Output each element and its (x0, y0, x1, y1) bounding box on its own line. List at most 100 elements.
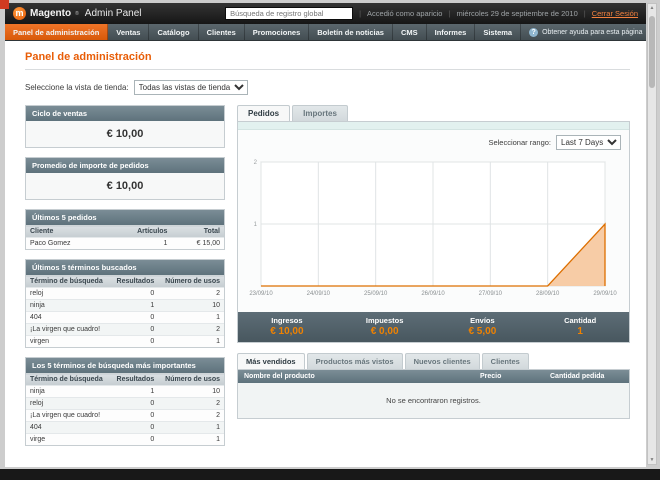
stat-impuestos: Impuestos € 0,00 (336, 316, 434, 337)
panel-title: Los 5 términos de búsqueda más important… (26, 358, 224, 373)
column-header: Término de búsqueda (26, 373, 111, 386)
nav-item-informes[interactable]: Informes (427, 24, 476, 40)
table-row[interactable]: 404 0 1 (26, 311, 224, 324)
range-label: Seleccionar rango: (488, 138, 551, 147)
scroll-down-icon[interactable]: ▼ (648, 457, 656, 463)
panel-title: Ciclo de ventas (26, 106, 224, 121)
page-help[interactable]: ? Obtener ayuda para esta página (521, 24, 650, 40)
chart-tick-label: 26/09/10 (421, 291, 445, 297)
diagram-tabs: Pedidos Importes (237, 105, 630, 121)
topbar-right: | Accedió como aparicio | miércoles 29 d… (225, 7, 638, 20)
table-cell: ¡La virgen que cuadro! (26, 323, 111, 336)
table-cell: ninja (26, 385, 111, 398)
panel-title: Últimos 5 términos buscados (26, 260, 224, 275)
table-cell: 2 (158, 409, 224, 422)
column-header: Nombre del producto (238, 370, 474, 383)
tab-importes[interactable]: Importes (292, 105, 348, 121)
table-row[interactable]: reloj 0 2 (26, 287, 224, 300)
table-row[interactable]: ninja 1 10 (26, 299, 224, 312)
table-cell: 1 (158, 421, 224, 434)
nav-item-promociones[interactable]: Promociones (245, 24, 310, 40)
table-cell: 0 (110, 287, 159, 300)
table-cell: 2 (158, 287, 224, 300)
current-date: miércoles 29 de septiembre de 2010 (456, 9, 578, 18)
column-header: Precio (474, 370, 544, 383)
table-row[interactable]: reloj 0 2 (26, 397, 224, 410)
chart-tick-label: 28/09/10 (536, 291, 560, 297)
tab-nuevos-clientes[interactable]: Nuevos clientes (404, 353, 480, 369)
logout-link[interactable]: Cerrar Sesión (592, 9, 638, 18)
nav-item-cms[interactable]: CMS (393, 24, 427, 40)
topbar: m Magento ® Admin Panel | Accedió como a… (5, 3, 646, 24)
tab-clientes[interactable]: Clientes (481, 353, 529, 369)
registered-mark: ® (75, 10, 79, 17)
chart-wrap: 23/09/10 24/09/10 25/09/10 26/09/10 27/09/10… (238, 152, 629, 309)
global-search-input[interactable] (225, 7, 354, 20)
column-header: Total (171, 225, 224, 238)
table-cell: ¡La virgen que cuadro! (26, 409, 111, 422)
products-table: Nombre del producto Precio Cantidad pedida (238, 370, 629, 383)
stat-value: € 5,00 (468, 326, 497, 337)
stat-ingresos: Ingresos € 10,00 (238, 316, 336, 337)
chart-tick-label: 23/09/10 (249, 291, 273, 297)
range-select[interactable]: Last 7 Days (556, 135, 621, 150)
table-row[interactable]: virge 0 1 (26, 433, 224, 445)
chart-tick-label: 1 (254, 222, 258, 228)
table-row[interactable]: Paco Gomez 1 € 15,00 (26, 237, 224, 249)
panel-title: Últimos 5 pedidos (26, 210, 224, 225)
table-row[interactable]: ¡La virgen que cuadro! 0 2 (26, 409, 224, 422)
bottom-strip (0, 469, 660, 480)
column-header: Artículos (107, 225, 172, 238)
lifetime-sales-panel: Ciclo de ventas € 10,00 (25, 105, 225, 148)
help-icon: ? (529, 27, 539, 37)
last-search-terms-panel: Últimos 5 términos buscados Término de b… (25, 259, 225, 348)
table-cell: 404 (26, 311, 111, 324)
nav-item-boletin-de-noticias[interactable]: Boletín de noticias (309, 24, 393, 40)
table-cell: 10 (158, 299, 224, 312)
top-search-terms-table: Término de búsqueda Resultados Número de u… (26, 373, 224, 445)
column-header: Resultados (110, 275, 159, 288)
orders-area-chart: 23/09/10 24/09/10 25/09/10 26/09/10 27/09/10… (249, 160, 617, 297)
chart-tick-label: 27/09/10 (479, 291, 503, 297)
brand-suffix: Admin Panel (84, 8, 142, 19)
tab-productos-mas-vistos[interactable]: Productos más vistos (306, 353, 403, 369)
nav-item-panel-de-administracion[interactable]: Panel de administración (5, 24, 109, 40)
table-cell: 0 (110, 409, 159, 422)
table-cell: 0 (110, 433, 159, 445)
table-row[interactable]: 404 0 1 (26, 421, 224, 434)
chart-tick-label: 29/09/10 (593, 291, 617, 297)
table-cell: 2 (158, 397, 224, 410)
table-row[interactable]: virgen 0 1 (26, 335, 224, 347)
separator: | (448, 9, 451, 18)
column-header: Término de búsqueda (26, 275, 111, 288)
table-cell: Paco Gomez (26, 237, 108, 249)
stat-label: Envíos (470, 316, 495, 325)
table-row[interactable]: ninja 1 10 (26, 385, 224, 398)
diagram-box: Seleccionar rango: Last 7 Days 23/09/10 2… (237, 121, 630, 343)
panel-title: Promedio de importe de pedidos (26, 158, 224, 173)
top-search-terms-panel: Los 5 términos de búsqueda más important… (25, 357, 225, 446)
help-link[interactable]: Obtener ayuda para esta página (542, 29, 642, 36)
table-cell: 1 (158, 335, 224, 347)
column-header: Número de usos (158, 373, 224, 386)
empty-records-message: No se encontraron registros. (238, 383, 629, 418)
average-orders-value: € 10,00 (26, 173, 224, 199)
nav-item-catalogo[interactable]: Catálogo (149, 24, 199, 40)
scrollbar-thumb[interactable] (649, 16, 655, 88)
tab-pedidos[interactable]: Pedidos (237, 105, 291, 121)
scroll-up-icon[interactable]: ▲ (648, 5, 656, 11)
column-header: Cliente (26, 225, 108, 238)
table-cell: 0 (110, 397, 159, 410)
table-cell: virge (26, 433, 111, 445)
table-cell: 2 (158, 323, 224, 336)
admin-window: m Magento ® Admin Panel | Accedió como a… (5, 3, 646, 467)
tab-mas-vendidos[interactable]: Más vendidos (237, 353, 305, 369)
stat-label: Cantidad (564, 316, 597, 325)
nav-item-ventas[interactable]: Ventas (108, 24, 150, 40)
nav-item-sistema[interactable]: Sistema (475, 24, 522, 40)
table-row[interactable]: ¡La virgen que cuadro! 0 2 (26, 323, 224, 336)
nav-item-clientes[interactable]: Clientes (199, 24, 245, 40)
vertical-scrollbar[interactable]: ▲ ▼ (647, 3, 657, 465)
store-view-select[interactable]: Todas las vistas de tienda (133, 80, 248, 95)
products-grid-box: Nombre del producto Precio Cantidad pedida… (237, 369, 630, 419)
